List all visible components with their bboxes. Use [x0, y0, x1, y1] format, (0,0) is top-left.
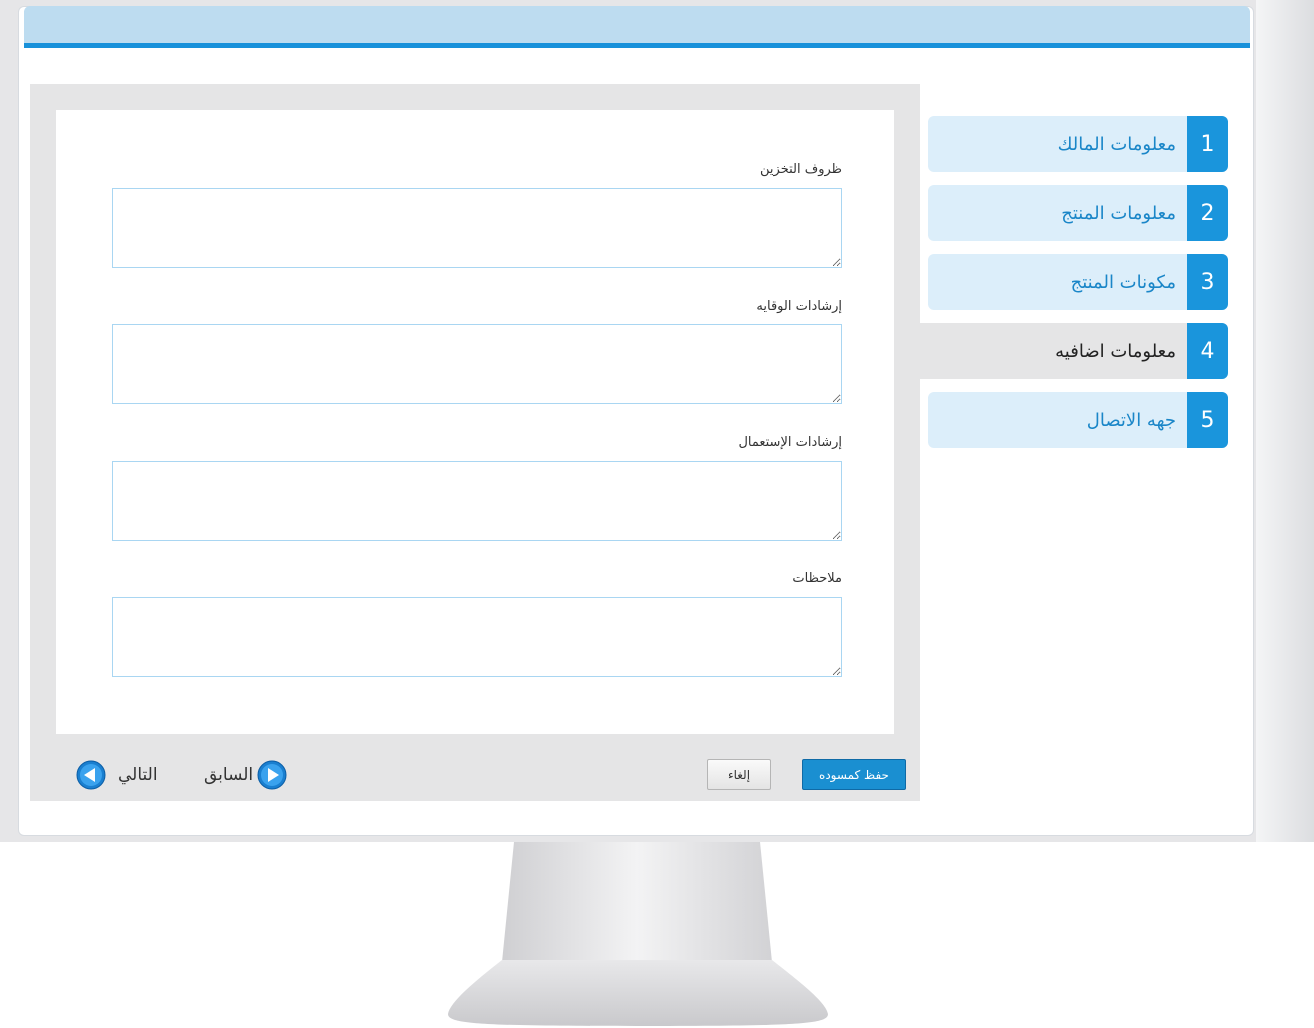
safety-field[interactable]: [112, 324, 842, 404]
step-number: 1: [1187, 116, 1228, 172]
header-banner: [24, 6, 1250, 48]
step-label: معلومات المالك: [1057, 133, 1176, 155]
step-additional-info[interactable]: معلومات اضافيه 4: [920, 323, 1228, 379]
storage-label: ظروف التخزين: [760, 162, 842, 177]
step-label: مكونات المنتج: [1070, 271, 1176, 293]
next-button[interactable]: التالي: [76, 758, 158, 792]
usage-label: إرشادات الإستعمال: [738, 435, 842, 450]
usage-field[interactable]: [112, 461, 842, 541]
step-contact[interactable]: جهه الاتصال 5: [928, 392, 1228, 448]
monitor-stand: [448, 842, 828, 1026]
step-number: 5: [1187, 392, 1228, 448]
safety-label: إرشادات الوقايه: [756, 299, 842, 314]
form-panel: ظروف التخزين إرشادات الوقايه إرشادات الإ…: [30, 84, 920, 801]
step-owner-info[interactable]: معلومات المالك 1: [928, 116, 1228, 172]
monitor-side: [1256, 0, 1314, 842]
save-draft-button[interactable]: حفظ كمسوده: [802, 759, 906, 790]
arrow-left-icon: [76, 760, 106, 790]
previous-button[interactable]: السابق: [204, 758, 287, 792]
form-body: ظروف التخزين إرشادات الوقايه إرشادات الإ…: [56, 110, 894, 734]
step-number: 2: [1187, 185, 1228, 241]
step-number: 4: [1187, 323, 1228, 379]
notes-label: ملاحظات: [792, 571, 842, 586]
storage-field[interactable]: [112, 188, 842, 268]
step-label: معلومات اضافيه: [1055, 340, 1176, 362]
previous-label: السابق: [204, 765, 254, 785]
cancel-button[interactable]: إلغاء: [707, 759, 771, 790]
next-label: التالي: [118, 765, 158, 785]
step-product-info[interactable]: معلومات المنتج 2: [928, 185, 1228, 241]
arrow-right-icon: [257, 760, 287, 790]
step-label: جهه الاتصال: [1086, 409, 1176, 431]
step-label: معلومات المنتج: [1061, 202, 1176, 224]
step-product-ingredients[interactable]: مكونات المنتج 3: [928, 254, 1228, 310]
step-number: 3: [1187, 254, 1228, 310]
notes-field[interactable]: [112, 597, 842, 677]
